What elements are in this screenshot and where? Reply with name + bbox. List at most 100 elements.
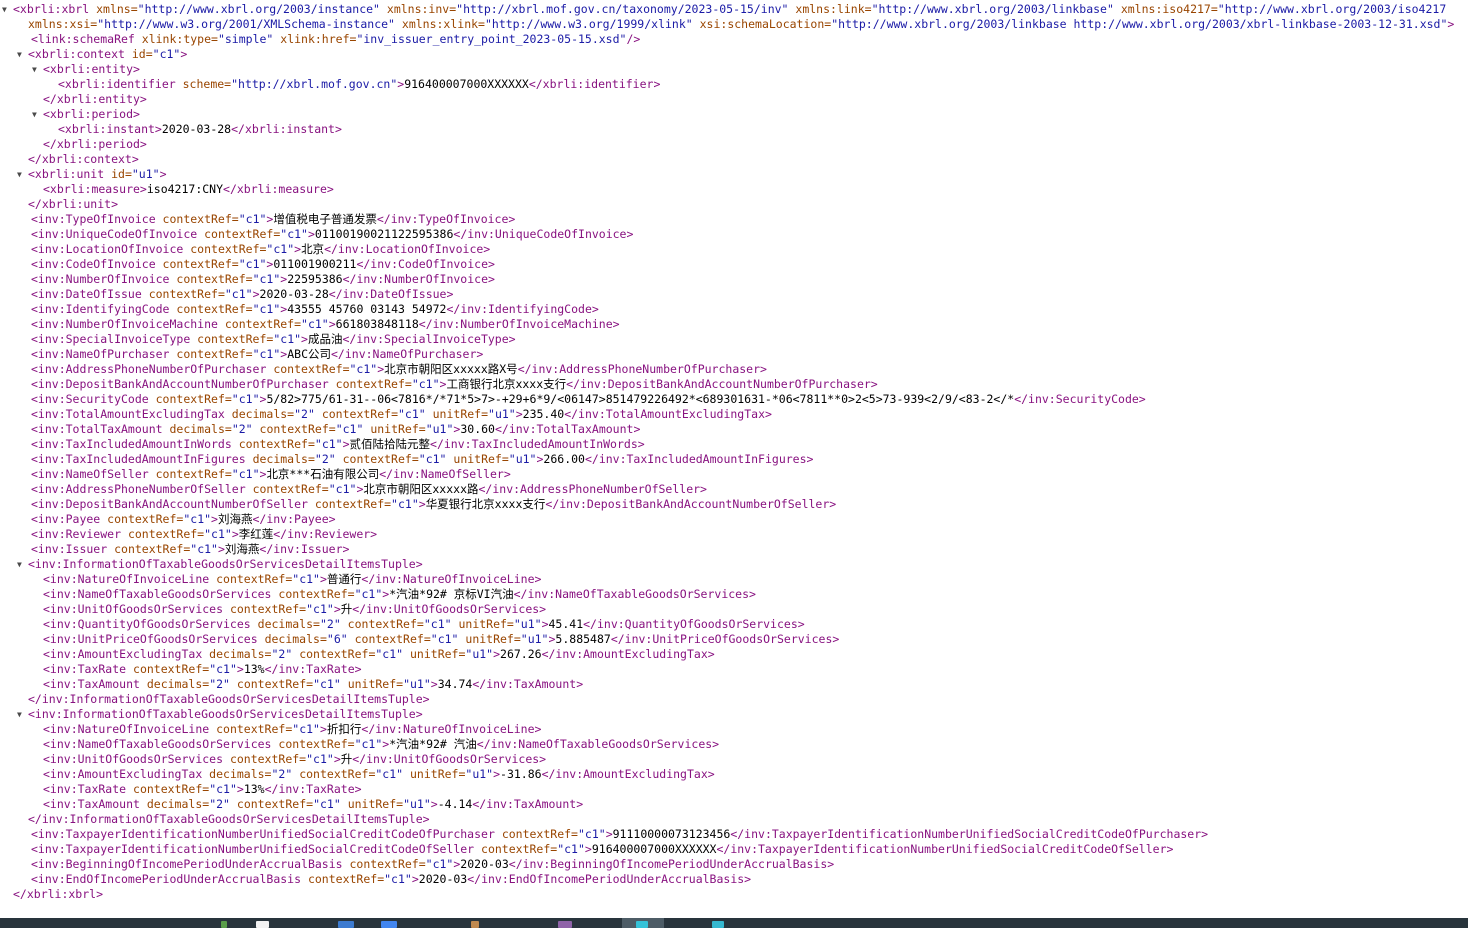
attribute-name: id= [104,167,132,181]
taskbar-app-icon-green[interactable] [221,921,227,928]
tag-token: <inv:NumberOfInvoiceMachine [31,317,218,331]
tag-token: <inv:DepositBankAndAccountNumberOfPurcha… [31,377,329,391]
attribute-name: contextRef= [197,227,280,241]
tag-token: </inv:TaxIncludedAmountInWords> [430,437,645,451]
tag-token: </inv:TaxAmount> [472,677,583,691]
attribute-name: contextRef= [100,512,183,526]
taskbar-active-app-button[interactable] [622,918,664,928]
tag-token: </inv:TaxpayerIdentificationNumberUnifie… [716,842,1173,856]
taskbar-app-icon-orange[interactable] [471,921,479,928]
attribute-name: xmlns:iso4217= [1114,2,1218,16]
attribute-name: contextRef= [292,767,375,781]
taskbar-app-icon-purple[interactable] [558,921,572,928]
attribute-value: "c1" [301,317,329,331]
tag-token: <inv:TaxRate [43,662,126,676]
xml-line: <inv:AmountExcludingTax decimals="2" con… [0,647,1468,662]
tag-token: </inv:UnitOfGoodsOrServices> [352,602,546,616]
taskbar-app-icon-blue-2[interactable] [381,921,397,928]
xml-line: <inv:AmountExcludingTax decimals="2" con… [0,767,1468,782]
tag-token: </inv:EndOfIncomePeriodUnderAccrualBasis… [467,872,751,886]
attribute-value: "c1" [253,272,281,286]
text-content: 30.60 [460,422,495,436]
text-content: 北京市朝阳区xxxxx路 [363,482,478,496]
attribute-value: "u1" [403,677,431,691]
tag-token: <inv:TaxAmount [43,797,140,811]
tag-token: </inv:AddressPhoneNumberOfSeller> [479,482,707,496]
xml-line: <inv:NatureOfInvoiceLine contextRef="c1"… [0,722,1468,737]
tag-token: > [1447,17,1454,31]
collapse-toggle-icon[interactable]: ▼ [17,557,22,572]
attribute-value: "http://www.xbrl.org/2003/instance" [138,2,380,16]
tag-token: > [180,47,187,61]
attribute-value: "c1" [315,437,343,451]
xml-line: </xbrli:xbrl> [0,887,1468,902]
tag-token: </xbrli:instant> [231,122,342,136]
xml-line: <inv:BeginningOfIncomePeriodUnderAccrual… [0,857,1468,872]
attribute-name: contextRef= [218,317,301,331]
attribute-name: unitRef= [363,422,425,436]
attribute-name: xmlns:xlink= [395,17,485,31]
xml-line: <inv:LocationOfInvoice contextRef="c1">北… [0,242,1468,257]
attribute-value: "c1" [412,377,440,391]
collapse-toggle-icon[interactable]: ▼ [2,2,7,17]
text-content: 916400007000XXXXXX [592,842,717,856]
tag-token: <inv:NumberOfInvoice [31,272,169,286]
attribute-value: "http://www.w3.org/2001/XMLSchema-instan… [97,17,395,31]
attribute-name: id= [125,47,153,61]
text-content: 34.74 [438,677,473,691]
xml-line: <inv:UnitPriceOfGoodsOrServices decimals… [0,632,1468,647]
tag-token: <inv:AddressPhoneNumberOfPurchaser [31,362,266,376]
attribute-name: contextRef= [329,377,412,391]
xml-line: <inv:TaxAmount decimals="2" contextRef="… [0,797,1468,812]
attribute-value: "u1" [509,452,537,466]
attribute-value: "u1" [426,422,454,436]
tag-token: </inv:NameOfPurchaser> [331,347,483,361]
tag-token: <inv:TaxAmount [43,677,140,691]
xml-line: </xbrli:unit> [0,197,1468,212]
tag-token: > [301,332,308,346]
attribute-name: contextRef= [495,827,578,841]
tag-token: </xbrli:unit> [28,197,118,211]
collapse-toggle-icon[interactable]: ▼ [32,62,37,77]
tag-token: <inv:DateOfIssue [31,287,142,301]
tag-token: </inv:AmountExcludingTax> [542,767,715,781]
collapse-toggle-icon[interactable]: ▼ [17,707,22,722]
tag-token: /> [626,32,640,46]
tag-token: <xbrli:unit [28,167,104,181]
collapse-toggle-icon[interactable]: ▼ [17,167,22,182]
attribute-name: decimals= [202,767,271,781]
taskbar-app-icon-blue-1[interactable] [338,921,354,928]
attribute-value: "2" [294,407,315,421]
attribute-name: unitRef= [426,407,488,421]
xml-line: </xbrli:entity> [0,92,1468,107]
text-content: 华夏银行北京xxxx支行 [426,497,546,511]
xml-line: ▼<xbrli:entity> [0,62,1468,77]
tag-token: > [606,827,613,841]
attribute-name: scheme= [176,77,231,91]
attribute-name: contextRef= [308,497,391,511]
xml-line: </xbrli:context> [0,152,1468,167]
attribute-value: "http://www.xbrl.org/2003/linkbase http:… [831,17,1447,31]
taskbar [0,918,1468,928]
collapse-toggle-icon[interactable]: ▼ [17,47,22,62]
attribute-value: "c1" [384,872,412,886]
collapse-toggle-icon[interactable]: ▼ [32,107,37,122]
xml-line: ▼<xbrli:period> [0,107,1468,122]
tag-token: <inv:TotalTaxAmount [31,422,163,436]
tag-token: <xbrli:xbrl [13,2,89,16]
attribute-value: "c1" [239,257,267,271]
attribute-value: "simple" [218,32,273,46]
taskbar-app-icon-teal[interactable] [712,921,724,928]
xml-line: <inv:NumberOfInvoiceMachine contextRef="… [0,317,1468,332]
taskbar-app-icon-white[interactable] [256,921,269,928]
attribute-value: "2" [209,797,230,811]
tag-token: <inv:DepositBankAndAccountNumberOfSeller [31,497,308,511]
text-content: 折扣行 [327,722,362,736]
xml-line: ▼<xbrli:xbrl xmlns="http://www.xbrl.org/… [0,2,1468,17]
tag-token: <inv:AmountExcludingTax [43,647,202,661]
xml-line: <xbrli:instant>2020-03-28</xbrli:instant… [0,122,1468,137]
text-content: 成品油 [308,332,343,346]
attribute-name: xlink:href= [273,32,356,46]
xml-line: <inv:NameOfSeller contextRef="c1">北京***石… [0,467,1468,482]
tag-token: <inv:UnitOfGoodsOrServices [43,602,223,616]
